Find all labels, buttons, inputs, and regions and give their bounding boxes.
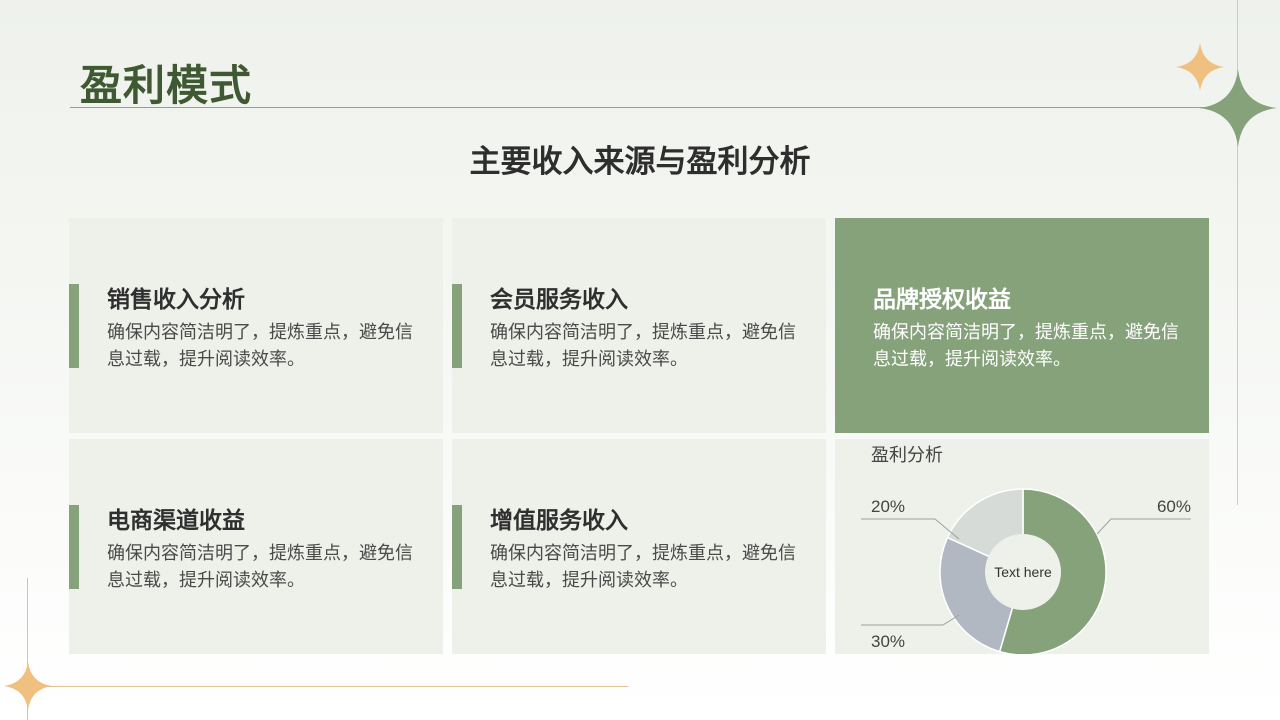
card-sales-revenue: 销售收入分析 确保内容简洁明了，提炼重点，避免信息过载，提升阅读效率。 (69, 218, 443, 433)
card-title: 品牌授权收益 (873, 287, 1011, 313)
profit-analysis-chart-card: 盈利分析 Text here 60% 30% 20% (835, 439, 1209, 654)
page-title: 盈利模式 (80, 61, 253, 110)
card-accent-bar (69, 505, 79, 589)
card-membership-revenue: 会员服务收入 确保内容简洁明了，提炼重点，避免信息过载，提升阅读效率。 (452, 218, 826, 433)
card-title: 增值服务收入 (490, 508, 628, 534)
card-body: 确保内容简洁明了，提炼重点，避免信息过载，提升阅读效率。 (873, 322, 1179, 370)
slice-leader-line (861, 518, 960, 540)
card-body: 确保内容简洁明了，提炼重点，避免信息过载，提升阅读效率。 (107, 543, 413, 591)
card-value-added-services: 增值服务收入 确保内容简洁明了，提炼重点，避免信息过载，提升阅读效率。 (452, 439, 826, 654)
card-ecommerce-revenue: 电商渠道收益 确保内容简洁明了，提炼重点，避免信息过载，提升阅读效率。 (69, 439, 443, 654)
slice-leader-line (861, 614, 960, 626)
sparkle-icon (4, 662, 52, 710)
chart-center-label: Text here (994, 564, 1052, 580)
donut-chart: 盈利分析 Text here 60% 30% 20% (861, 445, 1191, 654)
card-title: 会员服务收入 (490, 287, 628, 313)
card-brand-licensing: 品牌授权收益 确保内容简洁明了，提炼重点，避免信息过载，提升阅读效率。 (835, 218, 1209, 433)
slice-leader-line (1096, 518, 1191, 535)
card-accent-bar (69, 284, 79, 368)
slice-percent-label: 60% (1157, 497, 1191, 516)
slice-percent-label: 30% (871, 632, 905, 651)
card-accent-bar (452, 505, 462, 589)
card-title: 销售收入分析 (107, 287, 245, 313)
card-accent-bar (452, 284, 462, 368)
chart-title: 盈利分析 (871, 445, 943, 466)
slice-percent-label: 20% (871, 497, 905, 516)
card-body: 确保内容简洁明了，提炼重点，避免信息过载，提升阅读效率。 (490, 543, 796, 591)
bottom-horizontal-divider (28, 686, 628, 687)
card-body: 确保内容简洁明了，提炼重点，避免信息过载，提升阅读效率。 (107, 322, 413, 370)
card-body: 确保内容简洁明了，提炼重点，避免信息过载，提升阅读效率。 (490, 322, 796, 370)
card-title: 电商渠道收益 (107, 508, 245, 534)
page-subtitle: 主要收入来源与盈利分析 (469, 144, 811, 180)
